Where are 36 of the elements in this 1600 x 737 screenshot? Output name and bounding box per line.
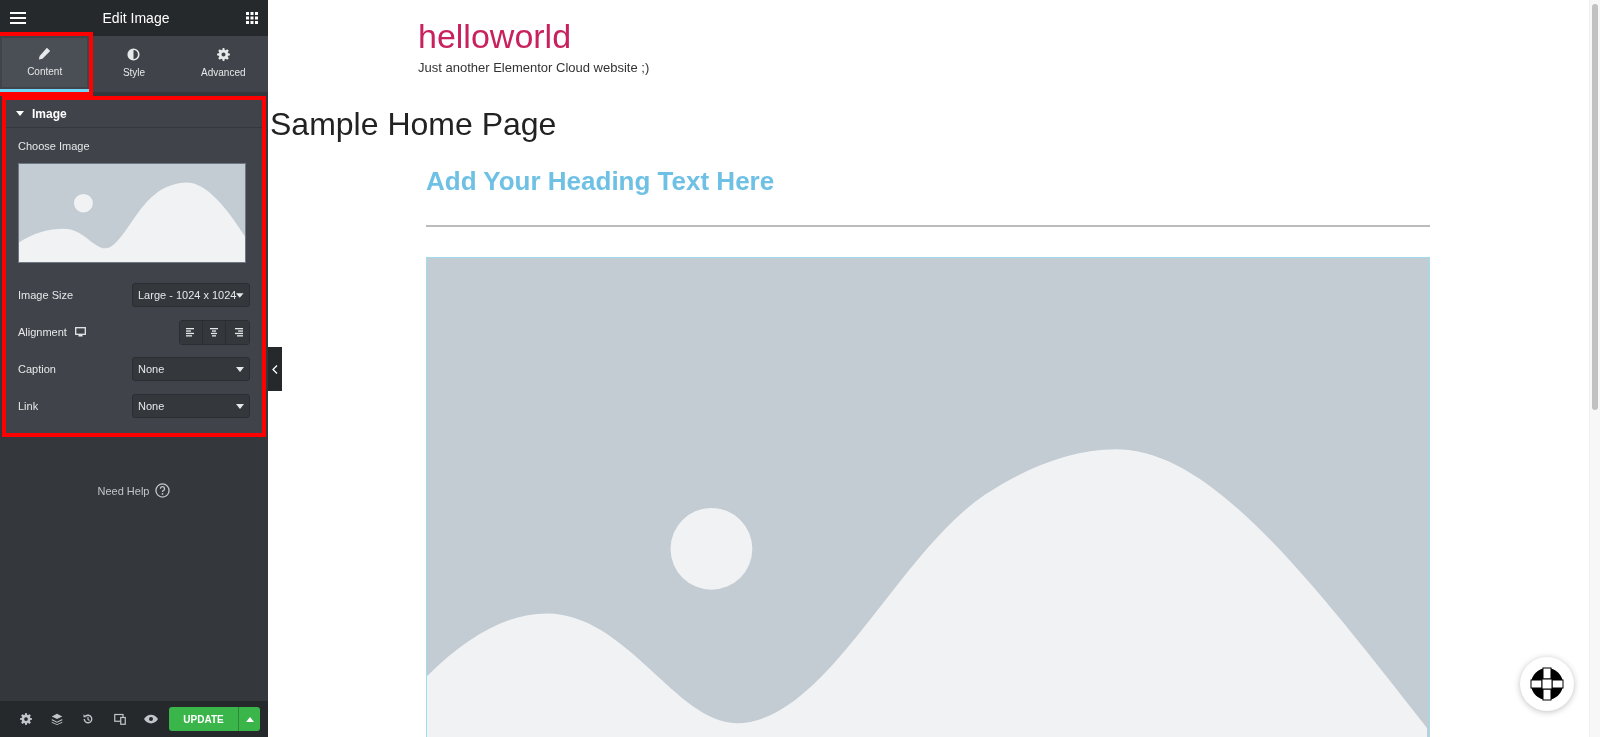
field-label: Alignment [18,324,67,340]
site-tagline: Just another Elementor Cloud website ;) [418,59,650,77]
menu-icon[interactable] [10,12,26,24]
align-right-icon[interactable] [226,320,249,344]
gear-icon [216,48,230,61]
panel-tab[interactable]: Advanced [178,36,268,92]
heading-text: Add Your Heading Text Here [426,164,775,198]
field-label: Link [18,398,39,414]
contrast-icon [127,48,141,61]
caret-icon [16,111,24,116]
collapse-panel-handle[interactable] [268,347,282,391]
select-field[interactable]: None [132,394,250,418]
scrollbar[interactable] [1592,4,1598,410]
select-field[interactable]: Large - 1024 x 1024 [132,283,250,307]
select-field[interactable]: None [132,357,250,381]
field-label: Caption [18,361,56,377]
caret-icon [236,292,244,298]
help-link[interactable]: Need Help [97,482,150,499]
align-center-icon[interactable] [203,320,226,344]
site-title[interactable]: helloworld [418,16,572,56]
align-left-icon[interactable] [180,320,203,344]
panel-title: Edit Image [102,8,170,28]
field-label: Choose Image [18,139,91,154]
publish-options-button[interactable] [238,707,260,731]
image-chooser[interactable] [18,162,246,263]
caret-icon [236,366,244,372]
panel-tab[interactable]: Style [89,36,179,92]
help-button[interactable] [1520,657,1574,711]
field-label: Image Size [18,287,74,303]
caret-icon [236,403,244,409]
pencil-icon [38,46,52,60]
help-icon[interactable] [155,483,171,499]
desktop-icon[interactable] [74,327,86,337]
caret-icon [245,716,254,722]
page-title: Sample Home Page [270,104,557,144]
grid-icon[interactable] [246,12,258,24]
